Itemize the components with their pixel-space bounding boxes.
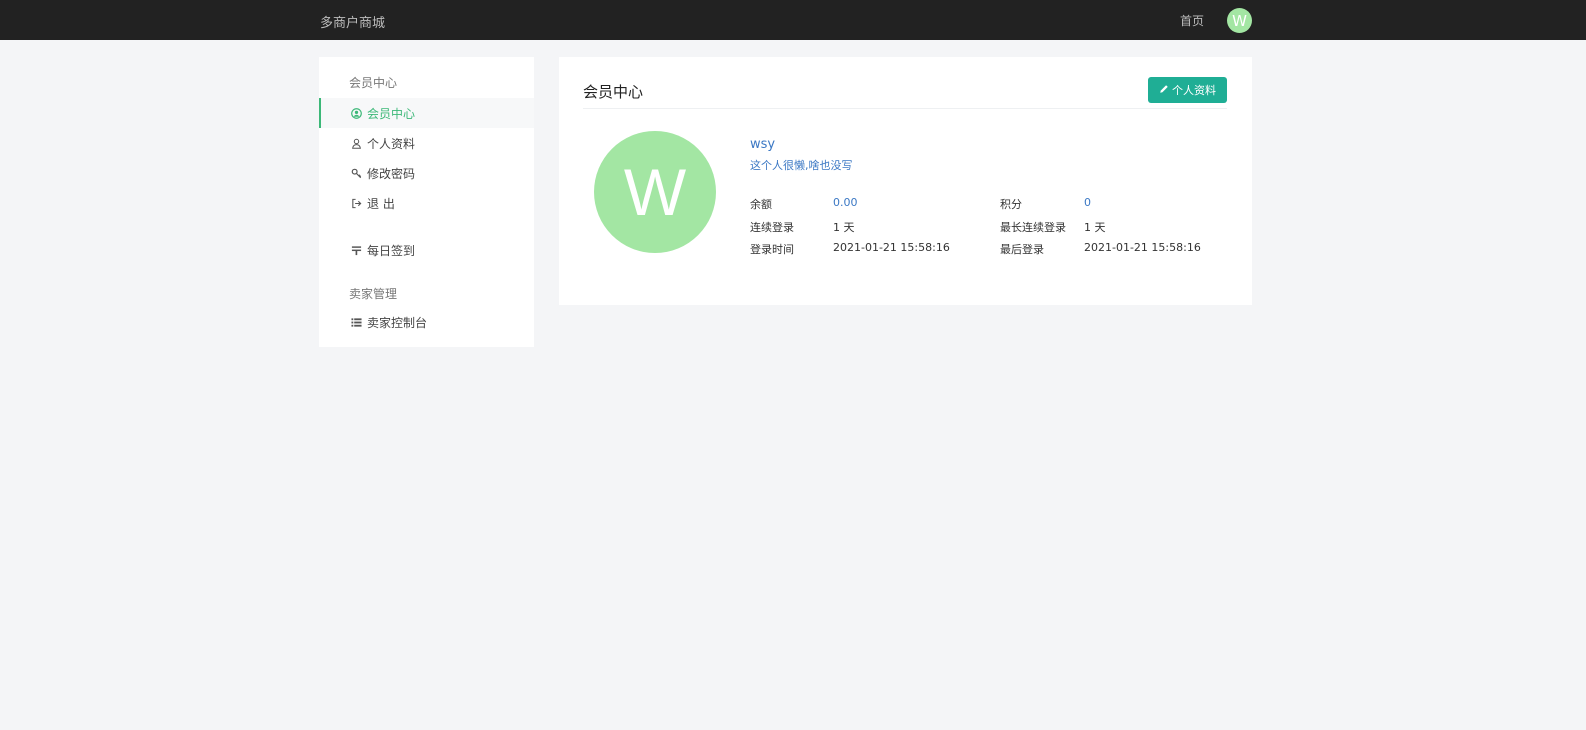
user-avatar-large[interactable]: W	[594, 131, 716, 253]
sidebar-item-label: 退 出	[367, 196, 395, 211]
sidebar-item-change-password[interactable]: 修改密码	[319, 158, 534, 188]
longest-streak-value: 1 天	[1084, 221, 1106, 234]
key-icon	[350, 167, 362, 179]
username-link[interactable]: wsy	[750, 137, 775, 152]
sidebar-group-member-center: 会员中心	[349, 76, 398, 90]
login-streak-label: 连续登录	[750, 221, 794, 234]
user-bio-link[interactable]: 这个人很懒,啥也没写	[750, 157, 853, 173]
sidebar-item-daily-checkin[interactable]: 每日签到	[319, 235, 534, 265]
sidebar-item-label: 个人资料	[367, 136, 416, 151]
points-label: 积分	[1000, 198, 1022, 211]
top-navbar: 多商户商城 首页 W	[0, 0, 1586, 40]
edit-profile-label: 个人资料	[1172, 85, 1216, 97]
balance-label: 余额	[750, 198, 772, 211]
home-link[interactable]: 首页	[1180, 12, 1204, 29]
login-time-value: 2021-01-21 15:58:16	[833, 241, 950, 254]
sidebar-item-label: 卖家控制台	[367, 315, 428, 330]
sidebar-item-label: 修改密码	[367, 166, 416, 181]
panel-header: 会员中心 个人资料	[583, 57, 1227, 109]
longest-streak-label: 最长连续登录	[1000, 221, 1066, 234]
sign-out-icon	[350, 197, 362, 209]
sidebar-item-member-center[interactable]: 会员中心	[319, 98, 534, 128]
sidebar-item-label: 每日签到	[367, 243, 416, 258]
page-title: 会员中心	[583, 83, 644, 101]
sidebar-item-label: 会员中心	[367, 106, 416, 121]
user-avatar-small[interactable]: W	[1227, 8, 1252, 33]
sidebar-item-seller-console[interactable]: 卖家控制台	[319, 307, 534, 337]
site-brand[interactable]: 多商户商城	[320, 12, 385, 31]
sidebar: 会员中心 会员中心 个人资料 修改密码 退 出 每日签到 卖家管理 卖家控制台	[319, 57, 534, 347]
edit-profile-button[interactable]: 个人资料	[1148, 77, 1227, 103]
points-value[interactable]: 0	[1084, 196, 1091, 209]
sidebar-group-seller-management: 卖家管理	[349, 287, 398, 301]
member-center-panel: 会员中心 个人资料 W wsy 这个人很懒,啥也没写 余额 0.00 积分 0 …	[559, 57, 1252, 305]
user-outline-icon	[350, 137, 362, 149]
balance-value[interactable]: 0.00	[833, 196, 858, 209]
last-login-value: 2021-01-21 15:58:16	[1084, 241, 1201, 254]
user-circle-icon	[350, 107, 362, 119]
sidebar-item-profile[interactable]: 个人资料	[319, 128, 534, 158]
pencil-icon	[1159, 84, 1169, 97]
sidebar-item-logout[interactable]: 退 出	[319, 188, 534, 218]
login-streak-value: 1 天	[833, 221, 855, 234]
login-time-label: 登录时间	[750, 243, 794, 256]
checkin-icon	[350, 244, 362, 256]
list-icon	[350, 316, 362, 328]
last-login-label: 最后登录	[1000, 243, 1044, 256]
